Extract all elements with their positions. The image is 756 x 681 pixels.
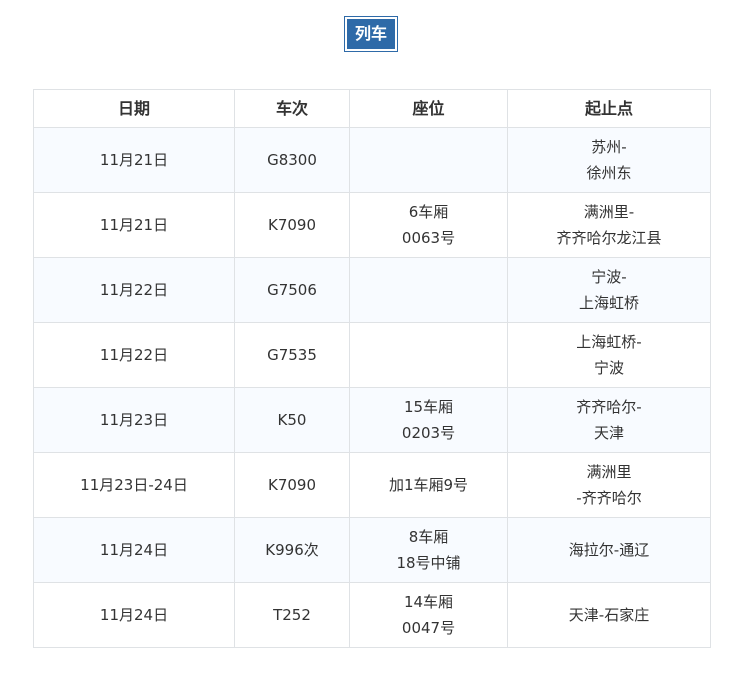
seat-cell: 15车厢 0203号 [349,387,508,453]
route-cell: 海拉尔-通辽 [507,517,711,583]
route-text: -齐齐哈尔 [576,489,642,507]
route-text: 齐齐哈尔- [576,398,642,416]
train-number: K7090 [267,216,316,234]
seat-cell: 6车厢 0063号 [349,192,508,258]
seat-text: 8车厢 [408,528,449,546]
section-title: 列车 [343,16,399,52]
seat-cell: 8车厢 18号中铺 [349,517,508,583]
route-text: 上海虹桥 [578,294,639,312]
date-text: 11月21日 [99,216,169,234]
train-number: G8300 [267,151,317,169]
seat-text: 0047号 [401,619,456,637]
route-text: 天津 [593,424,624,442]
table-body: 11月21日 G8300 苏州- 徐州东 11月21日 K7090 6车厢 0063号 满洲里-… [33,127,711,648]
seat-cell: 加1车厢9号 [349,452,508,518]
seat-cell: 14车厢 0047号 [349,582,508,648]
date-cell: 11月21日 [33,192,235,258]
train-cell: K7090 [234,192,350,258]
route-text: 天津-石家庄 [568,606,650,624]
route-text: 苏州- [591,138,627,156]
date-text: 11月24日 [99,606,169,624]
column-header-train: 车次 [234,89,350,128]
seat-text: 加1车厢9号 [388,476,469,494]
date-text: 11月23日-24日 [80,476,188,494]
route-cell: 天津-石家庄 [507,582,711,648]
column-header-seat: 座位 [349,89,508,128]
seat-text: 6车厢 [408,203,449,221]
train-number: G7506 [267,281,317,299]
route-text: 宁波- [591,268,627,286]
seat-text: 15车厢 [403,398,454,416]
route-cell: 上海虹桥- 宁波 [507,322,711,388]
table-header: 日期 车次 座位 起止点 [33,89,711,128]
date-cell: 11月21日 [33,127,235,193]
route-cell: 宁波- 上海虹桥 [507,257,711,323]
route-text: 海拉尔-通辽 [568,541,650,559]
seat-text: 14车厢 [403,593,454,611]
date-cell: 11月23日 [33,387,235,453]
seat-text: 0063号 [401,229,456,247]
train-table: 日期 车次 座位 起止点 11月21日 G8300 苏州- 徐州东 11月21日 K709… [33,89,711,648]
route-text: 齐齐哈尔龙江县 [556,229,662,247]
train-cell: G8300 [234,127,350,193]
date-cell: 11月22日 [33,322,235,388]
train-number: K7090 [267,476,316,494]
date-text: 11月21日 [99,151,169,169]
train-cell: G7535 [234,322,350,388]
header-row: 日期 车次 座位 起止点 [33,89,711,128]
route-text: 徐州东 [586,164,632,182]
train-number: K50 [277,411,307,429]
date-text: 11月22日 [99,281,169,299]
route-cell: 苏州- 徐州东 [507,127,711,193]
date-text: 11月24日 [99,541,169,559]
seat-text: 18号中铺 [396,554,461,572]
seat-cell [349,127,508,193]
table-row: 11月24日 K996次 8车厢 18号中铺 海拉尔-通辽 [33,517,711,583]
table-row: 11月23日 K50 15车厢 0203号 齐齐哈尔- 天津 [33,387,711,453]
date-text: 11月22日 [99,346,169,364]
route-text: 满洲里 [586,463,632,481]
train-number: T252 [273,606,311,624]
train-cell: K996次 [234,517,350,583]
seat-cell [349,322,508,388]
route-text: 上海虹桥- [576,333,642,351]
route-text: 满洲里- [583,203,635,221]
route-text: 宁波 [593,359,624,377]
table-row: 11月24日 T252 14车厢 0047号 天津-石家庄 [33,582,711,648]
table-row: 11月21日 K7090 6车厢 0063号 满洲里- 齐齐哈尔龙江县 [33,192,711,258]
table-row: 11月23日-24日 K7090 加1车厢9号 满洲里 -齐齐哈尔 [33,452,711,518]
train-cell: G7506 [234,257,350,323]
date-cell: 11月23日-24日 [33,452,235,518]
date-cell: 11月24日 [33,517,235,583]
title-wrapper: 列车 [0,16,742,52]
date-cell: 11月22日 [33,257,235,323]
table-row: 11月21日 G8300 苏州- 徐州东 [33,127,711,193]
column-header-date: 日期 [33,89,235,128]
route-cell: 齐齐哈尔- 天津 [507,387,711,453]
table-row: 11月22日 G7535 上海虹桥- 宁波 [33,322,711,388]
date-text: 11月23日 [99,411,169,429]
train-cell: K50 [234,387,350,453]
seat-cell [349,257,508,323]
route-cell: 满洲里- 齐齐哈尔龙江县 [507,192,711,258]
column-header-route: 起止点 [507,89,711,128]
train-cell: K7090 [234,452,350,518]
train-cell: T252 [234,582,350,648]
table-row: 11月22日 G7506 宁波- 上海虹桥 [33,257,711,323]
seat-text: 0203号 [401,424,456,442]
date-cell: 11月24日 [33,582,235,648]
train-number: G7535 [267,346,317,364]
train-number: K996次 [265,541,319,559]
route-cell: 满洲里 -齐齐哈尔 [507,452,711,518]
